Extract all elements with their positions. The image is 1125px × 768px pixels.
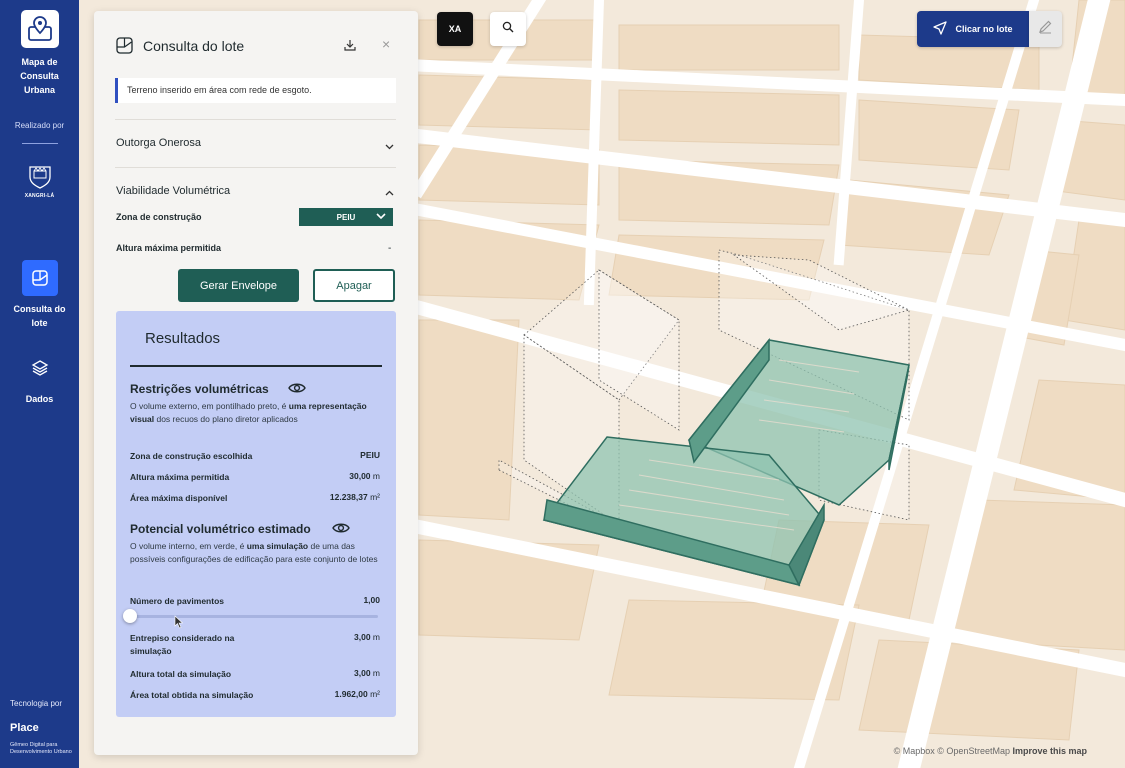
- app-logo-icon[interactable]: [20, 10, 59, 48]
- nav-item-dados[interactable]: Dados: [0, 350, 79, 406]
- nav-item-consulta-lote[interactable]: Consulta do lote: [0, 260, 79, 330]
- place-logo[interactable]: Place: [10, 722, 72, 734]
- tech-label: Tecnologia por: [10, 699, 63, 708]
- edit-button[interactable]: [1029, 11, 1062, 47]
- kv-value: 30,00 m: [349, 471, 380, 481]
- pavimentos-slider-track[interactable]: [130, 615, 378, 618]
- navigation-arrow-icon: [933, 21, 948, 37]
- potencial-description: O volume interno, em verde, é uma simula…: [130, 541, 378, 564]
- map-attribution[interactable]: © Mapbox © OpenStreetMap Improve this ma…: [894, 746, 1087, 756]
- pavimentos-label: Número de pavimentos: [130, 596, 224, 606]
- kv-label: Área total obtida na simulação: [130, 690, 254, 700]
- rail-divider: [21, 143, 58, 144]
- left-nav-rail: Mapa de Consulta Urbana Realizado por XA…: [0, 0, 79, 768]
- panel-title: Consulta do lote: [143, 38, 245, 54]
- chevron-down-icon[interactable]: [385, 138, 394, 156]
- attribution-text: © Mapbox © OpenStreetMap: [893, 746, 1013, 756]
- clear-button[interactable]: Apagar: [313, 269, 395, 302]
- xa-button[interactable]: XA: [437, 12, 473, 46]
- results-divider: [130, 365, 382, 367]
- results-title: Resultados: [145, 330, 221, 347]
- kv-value: PEIU: [360, 450, 380, 460]
- accordion-viabilidade-title[interactable]: Viabilidade Volumétrica: [116, 185, 230, 197]
- eye-icon[interactable]: [332, 521, 350, 539]
- download-icon[interactable]: [344, 38, 356, 56]
- click-lot-label: Clicar no lote: [955, 24, 1013, 34]
- divider: [115, 119, 396, 120]
- kv-label: Zona de construção escolhida: [130, 451, 253, 461]
- place-subtitle: Gêmeo Digital para Desenvolvimento Urban…: [10, 742, 72, 755]
- cube-outline-icon: [116, 37, 133, 59]
- improve-map-link[interactable]: Improve this map: [1012, 746, 1087, 756]
- crest-text: XANGRI-LÁ: [24, 193, 55, 199]
- layers-icon: [22, 350, 58, 386]
- kv-value: 1.962,00 m²: [334, 689, 380, 699]
- made-by-label: Realizado por: [14, 121, 65, 130]
- altura-value: -: [388, 243, 392, 254]
- altura-label: Altura máxima permitida: [116, 243, 222, 253]
- cube-outline-icon: [21, 260, 58, 296]
- kv-label: Altura máxima permitida: [130, 472, 230, 482]
- results-card: Resultados Restrições volumétricas O vol…: [116, 311, 396, 717]
- kv-label: Altura total da simulação: [130, 669, 232, 679]
- zona-label: Zona de construção: [116, 212, 202, 222]
- click-lot-button[interactable]: Clicar no lote: [917, 11, 1029, 47]
- kv-value: 3,00 m: [354, 632, 380, 642]
- lot-query-panel: Consulta do lote × Terreno inserido em á…: [94, 11, 418, 755]
- restricoes-description: O volume externo, em pontilhado preto, é…: [130, 401, 367, 424]
- nav-label: Dados: [25, 394, 54, 404]
- kv-value: 3,00 m: [354, 668, 380, 678]
- map-search-button[interactable]: [490, 12, 526, 46]
- sewage-notice: Terreno inserido em área com rede de esg…: [115, 78, 396, 103]
- app-title: Mapa de Consulta Urbana: [20, 57, 59, 95]
- zona-select-value: PEIU: [336, 212, 356, 222]
- eye-icon[interactable]: [288, 381, 306, 399]
- accordion-outorga-title[interactable]: Outorga Onerosa: [116, 137, 201, 149]
- tech-credits: Tecnologia por Place Gêmeo Digital para …: [10, 699, 72, 756]
- chevron-up-icon[interactable]: [385, 185, 394, 203]
- panel-header: Consulta do lote ×: [94, 11, 418, 69]
- chevron-down-icon: [376, 211, 386, 223]
- divider: [115, 167, 396, 168]
- search-icon: [502, 20, 514, 38]
- pavimentos-slider-thumb[interactable]: [123, 609, 137, 623]
- potencial-title: Potencial volumétrico estimado: [130, 522, 311, 536]
- kv-label: Entrepiso considerado na simulação: [130, 633, 235, 656]
- kv-label: Área máxima disponível: [130, 493, 228, 503]
- restricoes-title: Restrições volumétricas: [130, 382, 269, 396]
- pencil-icon: [1038, 19, 1053, 39]
- zona-select[interactable]: PEIU: [299, 208, 393, 226]
- generate-envelope-button[interactable]: Gerar Envelope: [178, 269, 299, 302]
- nav-label: Consulta do lote: [13, 304, 66, 328]
- pavimentos-value: 1,00: [363, 595, 380, 605]
- city-crest-icon: [25, 162, 55, 192]
- kv-value: 12.238,37 m²: [329, 492, 380, 502]
- close-icon[interactable]: ×: [382, 37, 390, 51]
